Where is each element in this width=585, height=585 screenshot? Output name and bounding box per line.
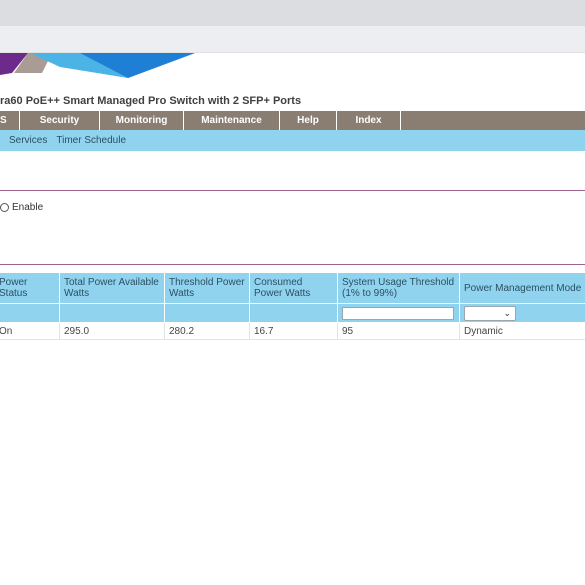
chevron-down-icon: ⌄ bbox=[503, 307, 511, 318]
input-cell bbox=[164, 303, 250, 323]
poe-power-table: Power Status Total Power Available Watts… bbox=[0, 272, 585, 340]
nav-tab-system[interactable]: S bbox=[0, 111, 20, 130]
value-total-power: 295.0 bbox=[59, 322, 165, 340]
usage-threshold-input[interactable] bbox=[342, 306, 454, 320]
input-cell bbox=[249, 303, 338, 323]
sub-nav-timer-schedule[interactable]: Timer Schedule bbox=[56, 135, 126, 146]
enable-radio[interactable] bbox=[0, 202, 9, 212]
value-power-status: On bbox=[0, 322, 60, 340]
header-power-status: Power Status bbox=[0, 272, 60, 304]
value-consumed-power: 16.7 bbox=[249, 322, 338, 340]
input-cell bbox=[337, 303, 460, 323]
input-cell bbox=[0, 303, 60, 323]
section-divider bbox=[0, 264, 585, 265]
header-power-mode: Power Management Mode bbox=[459, 272, 585, 304]
value-threshold-power: 280.2 bbox=[164, 322, 250, 340]
value-power-mode: Dynamic bbox=[459, 322, 585, 340]
power-mode-select[interactable]: ⌄ bbox=[464, 305, 516, 321]
input-cell: ⌄ bbox=[459, 303, 585, 323]
nav-tab-index[interactable]: Index bbox=[337, 111, 401, 130]
header-usage-threshold: System Usage Threshold (1% to 99%) bbox=[337, 272, 460, 304]
nav-tab-help[interactable]: Help bbox=[280, 111, 337, 130]
browser-tab-strip bbox=[0, 0, 585, 26]
sub-nav-services[interactable]: Services bbox=[9, 135, 47, 146]
main-nav: S Security Monitoring Maintenance Help I… bbox=[0, 111, 585, 130]
nav-tab-security[interactable]: Security bbox=[20, 111, 100, 130]
nav-tab-maintenance[interactable]: Maintenance bbox=[184, 111, 280, 130]
brand-logo bbox=[0, 53, 195, 78]
browser-address-bar[interactable] bbox=[0, 26, 585, 53]
enable-label: Enable bbox=[12, 201, 44, 213]
input-cell bbox=[59, 303, 165, 323]
section-divider bbox=[0, 190, 585, 191]
product-title: ra60 PoE++ Smart Managed Pro Switch with… bbox=[0, 95, 302, 107]
header-consumed-power: Consumed Power Watts bbox=[249, 272, 338, 304]
value-usage-threshold: 95 bbox=[337, 322, 460, 340]
enable-option: Enable bbox=[0, 201, 43, 213]
sub-nav: Services Timer Schedule bbox=[0, 130, 585, 151]
header-total-power: Total Power Available Watts bbox=[59, 272, 165, 304]
nav-tab-monitoring[interactable]: Monitoring bbox=[100, 111, 184, 130]
header-threshold-power: Threshold Power Watts bbox=[164, 272, 250, 304]
